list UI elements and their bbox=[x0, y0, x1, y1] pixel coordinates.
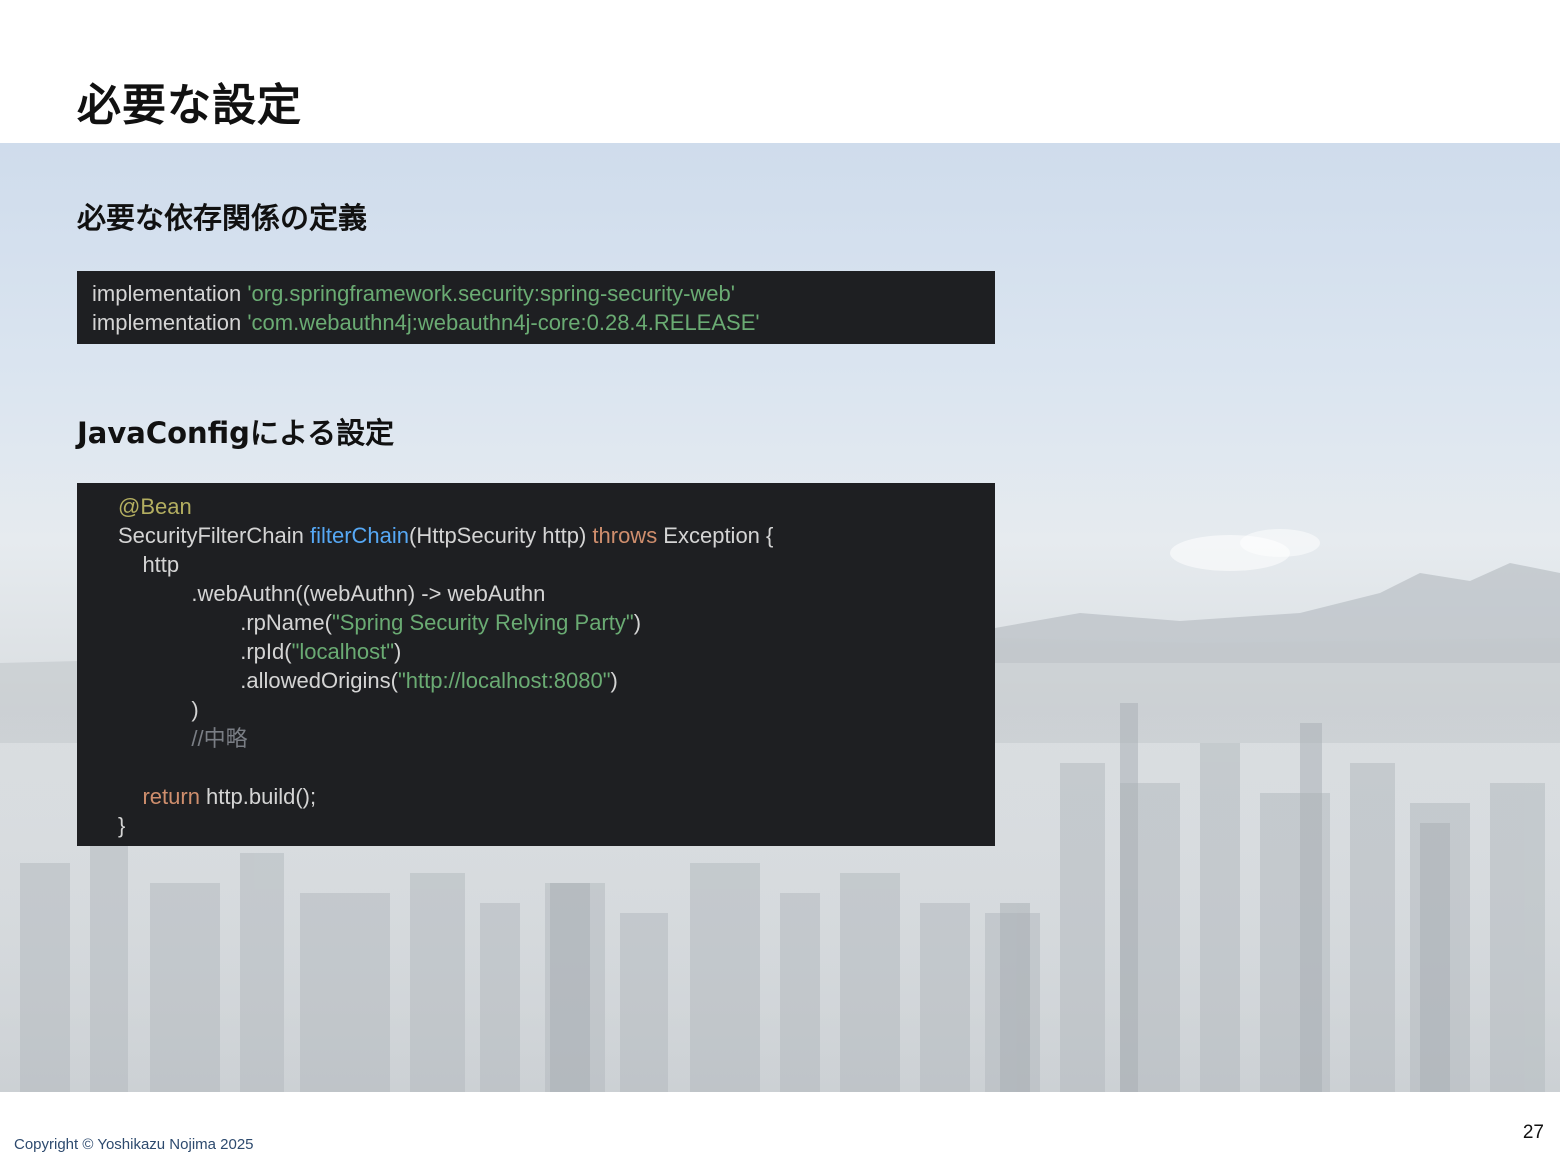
code-token: ) bbox=[118, 697, 199, 722]
code-line: } bbox=[118, 811, 995, 840]
slide-title: 必要な設定 bbox=[77, 80, 302, 131]
code-line: .webAuthn((webAuthn) -> webAuthn bbox=[118, 579, 995, 608]
code-token: .webAuthn((webAuthn) -> webAuthn bbox=[118, 581, 546, 606]
section-heading-dependencies: 必要な依存関係の定義 bbox=[77, 201, 368, 235]
code-line: //中略 bbox=[118, 724, 995, 753]
code-token: @Bean bbox=[118, 494, 192, 519]
code-token: "http://localhost:8080" bbox=[397, 668, 611, 693]
code-token: } bbox=[118, 813, 126, 838]
code-line: .allowedOrigins("http://localhost:8080") bbox=[118, 666, 995, 695]
code-token: (HttpSecurity http) bbox=[409, 523, 593, 548]
code-token: ) bbox=[610, 668, 618, 693]
code-token: http bbox=[118, 552, 180, 577]
code-token: SecurityFilterChain bbox=[118, 523, 310, 548]
code-line: http bbox=[118, 550, 995, 579]
copyright-notice: Copyright © Yoshikazu Nojima 2025 bbox=[14, 1136, 254, 1153]
code-token: //中略 bbox=[118, 726, 248, 751]
code-token: http.build(); bbox=[199, 784, 317, 809]
code-token: 'com.webauthn4j:webauthn4j-core:0.28.4.R… bbox=[247, 310, 760, 335]
code-line: return http.build(); bbox=[118, 782, 995, 811]
code-line: @Bean bbox=[118, 492, 995, 521]
code-token: "Spring Security Relying Party" bbox=[331, 610, 634, 635]
code-line: .rpName("Spring Security Relying Party") bbox=[118, 608, 995, 637]
code-token: implementation bbox=[92, 310, 248, 335]
code-token: .allowedOrigins( bbox=[118, 668, 398, 693]
code-token: 'org.springframework.security:spring-sec… bbox=[247, 281, 735, 306]
code-token: .rpId( bbox=[118, 639, 292, 664]
code-token: implementation bbox=[92, 281, 248, 306]
page-number: 27 bbox=[1522, 1122, 1544, 1143]
code-line: ) bbox=[118, 695, 995, 724]
code-line: .rpId("localhost") bbox=[118, 637, 995, 666]
section-heading-javaconfig: JavaConfigによる設定 bbox=[77, 416, 395, 450]
code-token: ) bbox=[394, 639, 402, 664]
code-token: return bbox=[142, 784, 200, 809]
code-token: throws bbox=[592, 523, 658, 548]
code-line: implementation 'org.springframework.secu… bbox=[92, 279, 995, 308]
code-token: ) bbox=[633, 610, 642, 635]
dependencies-code-block: implementation 'org.springframework.secu… bbox=[77, 271, 995, 344]
code-line: SecurityFilterChain filterChain(HttpSecu… bbox=[118, 521, 995, 550]
code-token: filterChain bbox=[309, 523, 409, 548]
code-token: "localhost" bbox=[291, 639, 395, 664]
code-token: .rpName( bbox=[118, 610, 332, 635]
code-line: implementation 'com.webauthn4j:webauthn4… bbox=[92, 308, 995, 337]
code-token: Exception { bbox=[657, 523, 774, 548]
javaconfig-code-block: @Bean SecurityFilterChain filterChain(Htt… bbox=[77, 483, 995, 846]
